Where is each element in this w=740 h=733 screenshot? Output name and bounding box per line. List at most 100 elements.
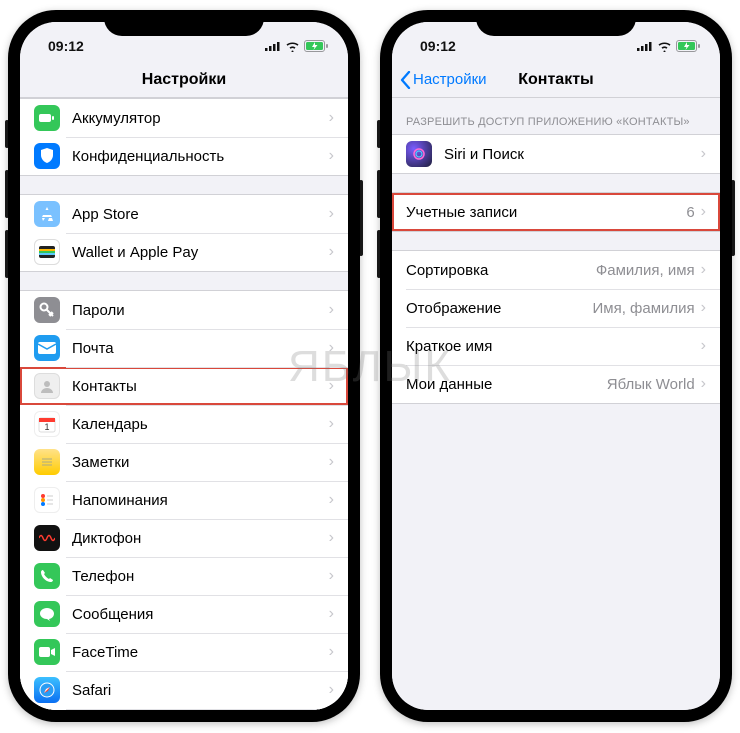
row-appstore[interactable]: App Store › <box>20 195 348 233</box>
chevron-right-icon: › <box>329 243 334 261</box>
row-accounts[interactable]: Учетные записи 6 › <box>392 193 720 231</box>
row-detail: 6 <box>686 204 694 221</box>
iphone-frame-right: 09:12 Настройки Контакты РАЗРЕШИТ <box>380 10 732 722</box>
row-siri[interactable]: Siri и Поиск › <box>392 135 720 173</box>
chevron-right-icon: › <box>329 147 334 165</box>
row-phone[interactable]: Телефон › <box>20 557 348 595</box>
row-voicememos[interactable]: Диктофон › <box>20 519 348 557</box>
calendar-icon: 1 <box>34 411 60 437</box>
nav-back-label: Настройки <box>413 71 487 88</box>
row-privacy[interactable]: Конфиденциальность › <box>20 137 348 175</box>
row-display[interactable]: Отображение Имя, фамилия › <box>392 289 720 327</box>
chevron-right-icon: › <box>329 109 334 127</box>
row-label: Мои данные <box>406 376 607 393</box>
row-label: Siri и Поиск <box>444 146 701 163</box>
chevron-right-icon: › <box>329 681 334 699</box>
chevron-right-icon: › <box>329 491 334 509</box>
row-stocks[interactable]: Акции › <box>20 709 348 710</box>
chevron-right-icon: › <box>329 301 334 319</box>
wifi-icon <box>285 41 300 52</box>
status-icons <box>265 40 328 52</box>
row-messages[interactable]: Сообщения › <box>20 595 348 633</box>
chevron-right-icon: › <box>329 339 334 357</box>
row-detail: Яблык World <box>607 376 695 393</box>
row-label: Сортировка <box>406 262 596 279</box>
nav-title: Настройки <box>142 71 226 89</box>
status-icons <box>637 40 700 52</box>
messages-icon <box>34 601 60 627</box>
chevron-right-icon: › <box>701 375 706 393</box>
battery-icon <box>676 40 700 52</box>
chevron-right-icon: › <box>329 377 334 395</box>
facetime-icon <box>34 639 60 665</box>
row-mydata[interactable]: Мои данные Яблык World › <box>392 365 720 403</box>
row-sort[interactable]: Сортировка Фамилия, имя › <box>392 251 720 289</box>
section-header: РАЗРЕШИТЬ ДОСТУП ПРИЛОЖЕНИЮ «КОНТАКТЫ» <box>392 98 720 134</box>
chevron-right-icon: › <box>701 203 706 221</box>
contacts-settings[interactable]: РАЗРЕШИТЬ ДОСТУП ПРИЛОЖЕНИЮ «КОНТАКТЫ» S… <box>392 98 720 710</box>
row-shortname[interactable]: Краткое имя › <box>392 327 720 365</box>
row-label: Отображение <box>406 300 592 317</box>
wifi-icon <box>657 41 672 52</box>
row-label: Safari <box>72 682 329 699</box>
row-label: Календарь <box>72 416 329 433</box>
signal-icon <box>265 41 281 51</box>
notes-icon <box>34 449 60 475</box>
signal-icon <box>637 41 653 51</box>
row-label: Учетные записи <box>406 204 686 221</box>
row-detail: Фамилия, имя <box>596 262 695 279</box>
status-time: 09:12 <box>48 38 84 54</box>
settings-list[interactable]: Аккумулятор › Конфиденциальность › App <box>20 98 348 710</box>
row-facetime[interactable]: FaceTime › <box>20 633 348 671</box>
chevron-right-icon: › <box>701 145 706 163</box>
status-bar: 09:12 <box>20 22 348 62</box>
row-detail: Имя, фамилия <box>592 300 694 317</box>
nav-bar: Настройки Контакты <box>392 62 720 98</box>
row-wallet[interactable]: Wallet и Apple Pay › <box>20 233 348 271</box>
row-passwords[interactable]: Пароли › <box>20 291 348 329</box>
row-label: Аккумулятор <box>72 110 329 127</box>
chevron-right-icon: › <box>701 261 706 279</box>
row-safari[interactable]: Safari › <box>20 671 348 709</box>
row-label: App Store <box>72 206 329 223</box>
row-label: Конфиденциальность <box>72 148 329 165</box>
row-label: Заметки <box>72 454 329 471</box>
appstore-icon <box>34 201 60 227</box>
status-bar: 09:12 <box>392 22 720 62</box>
row-label: Диктофон <box>72 530 329 547</box>
row-calendar[interactable]: 1 Календарь › <box>20 405 348 443</box>
nav-bar: Настройки <box>20 62 348 98</box>
safari-icon <box>34 677 60 703</box>
row-label: FaceTime <box>72 644 329 661</box>
chevron-right-icon: › <box>329 567 334 585</box>
wallet-icon <box>34 239 60 265</box>
row-notes[interactable]: Заметки › <box>20 443 348 481</box>
voicememos-icon <box>34 525 60 551</box>
row-label: Контакты <box>72 378 329 395</box>
row-label: Краткое имя <box>406 338 701 355</box>
row-mail[interactable]: Почта › <box>20 329 348 367</box>
screen-left: 09:12 Настройки <box>20 22 348 710</box>
nav-back-button[interactable]: Настройки <box>400 71 487 89</box>
row-contacts[interactable]: Контакты › <box>20 367 348 405</box>
row-label: Телефон <box>72 568 329 585</box>
iphone-frame-left: 09:12 Настройки <box>8 10 360 722</box>
svg-text:1: 1 <box>44 422 49 432</box>
nav-title: Контакты <box>518 71 593 89</box>
row-label: Напоминания <box>72 492 329 509</box>
row-battery[interactable]: Аккумулятор › <box>20 99 348 137</box>
row-reminders[interactable]: Напоминания › <box>20 481 348 519</box>
screen-right: 09:12 Настройки Контакты РАЗРЕШИТ <box>392 22 720 710</box>
chevron-right-icon: › <box>701 337 706 355</box>
privacy-icon <box>34 143 60 169</box>
mail-icon <box>34 335 60 361</box>
siri-icon <box>406 141 432 167</box>
status-time: 09:12 <box>420 38 456 54</box>
battery-settings-icon <box>34 105 60 131</box>
row-label: Wallet и Apple Pay <box>72 244 329 261</box>
phone-icon <box>34 563 60 589</box>
chevron-right-icon: › <box>329 453 334 471</box>
row-label: Сообщения <box>72 606 329 623</box>
chevron-right-icon: › <box>329 605 334 623</box>
chevron-right-icon: › <box>329 529 334 547</box>
